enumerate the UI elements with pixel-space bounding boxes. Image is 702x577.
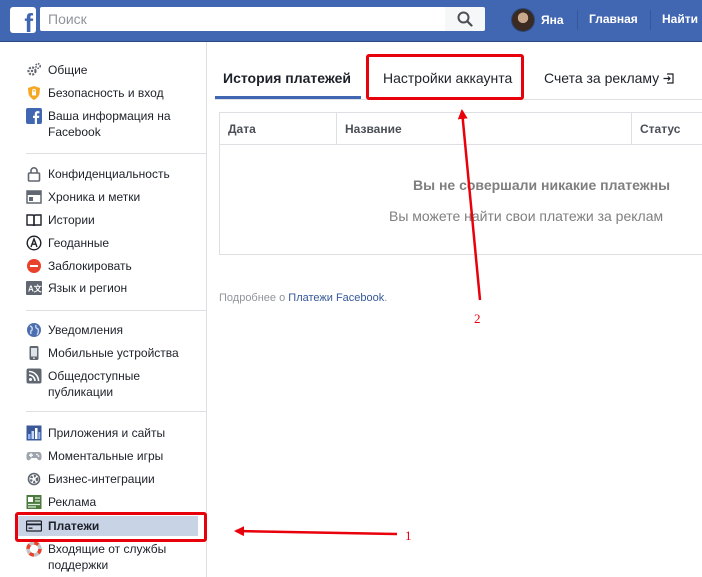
annotation-number-1: 1 bbox=[405, 528, 412, 543]
annotation-arrows bbox=[234, 109, 482, 537]
arrow-to-account-settings bbox=[457, 109, 482, 301]
arrow-to-payments bbox=[234, 526, 398, 537]
annotation-number-2: 2 bbox=[474, 311, 481, 326]
